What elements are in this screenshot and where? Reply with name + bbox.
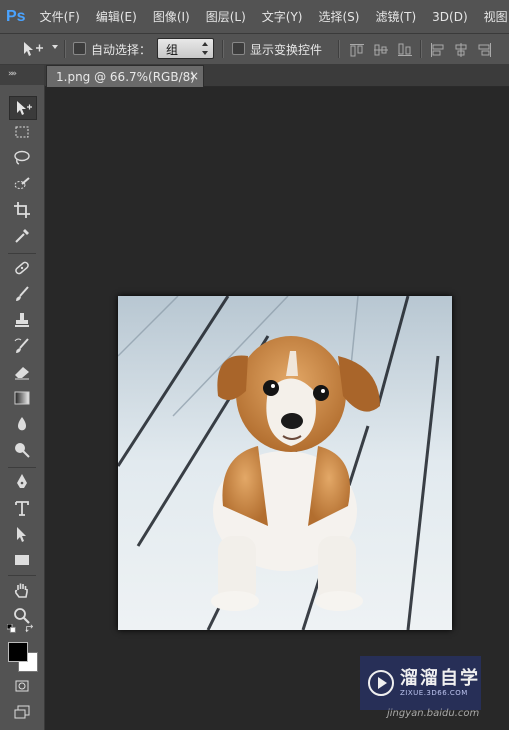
- eyedropper-tool-icon[interactable]: [9, 225, 35, 247]
- divider: [8, 575, 36, 576]
- menu-file[interactable]: 文件(F): [40, 8, 80, 25]
- document-tab-bar: 1.png @ 66.7%(RGB/8) ×: [44, 65, 509, 87]
- blur-tool-icon[interactable]: [9, 413, 35, 435]
- foreground-color-swatch[interactable]: [8, 642, 28, 662]
- eraser-tool-icon[interactable]: [9, 361, 35, 383]
- move-tool-preset-icon[interactable]: [22, 41, 52, 57]
- dodge-tool-icon[interactable]: [9, 439, 35, 461]
- tool-preset-dropdown-icon[interactable]: [52, 45, 58, 49]
- puppy-photo: [118, 296, 452, 630]
- quick-mask-icon[interactable]: [9, 675, 35, 697]
- menu-filter[interactable]: 滤镜(T): [375, 8, 416, 25]
- divider: [64, 40, 66, 58]
- align-bottom-icon[interactable]: [398, 42, 412, 56]
- watermark-footer: jingyan.baidu.com: [387, 708, 480, 719]
- default-colors-icon[interactable]: [6, 623, 18, 635]
- align-right-icon[interactable]: [478, 42, 492, 57]
- brush-tool-icon[interactable]: [9, 283, 35, 305]
- divider: [222, 40, 224, 58]
- menu-3d[interactable]: 3D(D): [432, 10, 467, 24]
- lasso-tool-icon[interactable]: [9, 147, 35, 169]
- double-chevron-icon: »»: [8, 69, 17, 79]
- healing-brush-tool-icon[interactable]: [9, 257, 35, 279]
- swap-colors-icon[interactable]: [24, 623, 36, 635]
- toolbar-collapse-strip[interactable]: »»: [0, 65, 44, 85]
- path-select-tool-icon[interactable]: [9, 523, 35, 545]
- align-left-icon[interactable]: [430, 42, 444, 57]
- auto-select-dropdown[interactable]: 组: [157, 38, 214, 59]
- tools-panel: [0, 85, 45, 730]
- menu-bar: Ps 文件(F) 编辑(E) 图像(I) 图层(L) 文字(Y) 选择(S) 滤…: [0, 0, 509, 34]
- history-brush-tool-icon[interactable]: [9, 335, 35, 357]
- chevron-down-icon: [202, 51, 208, 55]
- options-bar: 自动选择： 组 显示变换控件: [0, 34, 509, 65]
- align-top-icon[interactable]: [350, 42, 364, 57]
- play-logo-icon: [368, 670, 394, 696]
- document-tab[interactable]: 1.png @ 66.7%(RGB/8) ×: [46, 65, 204, 87]
- align-hcenter-icon[interactable]: [454, 42, 468, 57]
- menu-select[interactable]: 选择(S): [318, 8, 359, 25]
- screen-mode-icon[interactable]: [9, 701, 35, 723]
- menu-type[interactable]: 文字(Y): [262, 8, 303, 25]
- rectangle-tool-icon[interactable]: [9, 549, 35, 571]
- divider: [8, 467, 36, 468]
- document-canvas[interactable]: [118, 296, 452, 630]
- auto-select-label: 自动选择：: [91, 43, 152, 57]
- menu-image[interactable]: 图像(I): [153, 8, 190, 25]
- quick-select-tool-icon[interactable]: [9, 173, 35, 195]
- divider: [338, 40, 340, 58]
- watermark-brand: 溜溜自学: [400, 668, 480, 689]
- divider: [420, 40, 422, 58]
- watermark-url: ZIXUE.3D66.COM: [400, 689, 468, 697]
- close-icon[interactable]: ×: [189, 69, 199, 83]
- photoshop-logo: Ps: [6, 7, 26, 25]
- auto-select-checkbox[interactable]: [73, 42, 86, 55]
- show-transform-checkbox[interactable]: [232, 42, 245, 55]
- menu-edit[interactable]: 编辑(E): [96, 8, 137, 25]
- document-tab-title: 1.png @ 66.7%(RGB/8): [56, 70, 195, 84]
- pen-tool-icon[interactable]: [9, 471, 35, 493]
- divider: [8, 253, 36, 254]
- hand-tool-icon[interactable]: [9, 579, 35, 601]
- crop-tool-icon[interactable]: [9, 199, 35, 221]
- watermark-badge: 溜溜自学 ZIXUE.3D66.COM: [360, 656, 481, 710]
- gradient-tool-icon[interactable]: [9, 387, 35, 409]
- move-tool-icon[interactable]: [9, 96, 37, 120]
- align-vcenter-icon[interactable]: [374, 42, 388, 56]
- clone-stamp-tool-icon[interactable]: [9, 309, 35, 331]
- show-transform-label: 显示变换控件: [250, 43, 323, 57]
- chevron-up-icon: [202, 42, 208, 46]
- menu-view[interactable]: 视图: [484, 8, 508, 25]
- type-tool-icon[interactable]: [9, 497, 35, 519]
- auto-select-value: 组: [166, 43, 179, 57]
- marquee-tool-icon[interactable]: [9, 121, 35, 143]
- menu-layer[interactable]: 图层(L): [206, 8, 246, 25]
